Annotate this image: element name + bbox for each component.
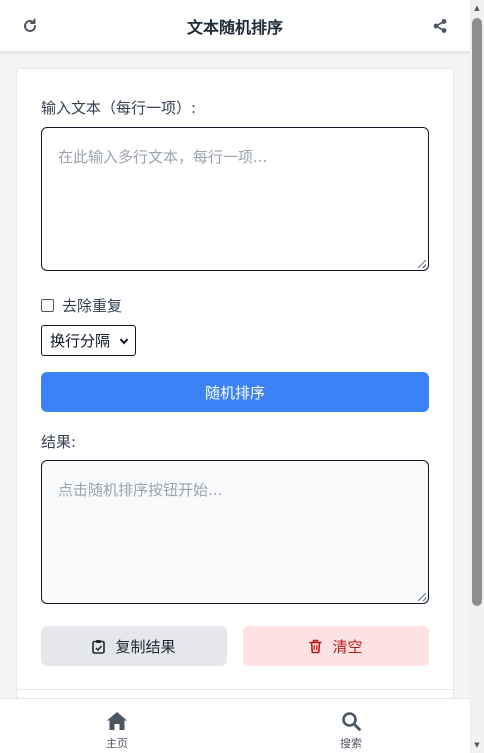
clipboard-icon xyxy=(92,639,106,654)
nav-home-label: 主页 xyxy=(106,737,128,750)
refresh-icon xyxy=(24,18,36,32)
input-placeholder: 在此输入多行文本，每行一项... xyxy=(58,148,268,166)
nav-search[interactable]: 搜索 xyxy=(321,711,381,751)
share-icon xyxy=(433,19,447,33)
scroll-down-arrow[interactable]: ▼ xyxy=(472,740,482,750)
result-resize-handle[interactable] xyxy=(418,593,426,601)
input-textarea[interactable]: 在此输入多行文本，每行一项... xyxy=(41,127,429,271)
app-page: 文本随机排序 输入文本（每行一项）: 在此输入多行文本，每行一项... 去除重复… xyxy=(0,0,484,753)
separator-select[interactable]: 换行分隔 xyxy=(41,325,136,356)
clear-button[interactable]: 清空 xyxy=(243,626,429,666)
scrollbar-thumb[interactable] xyxy=(472,18,482,606)
dedupe-checkbox[interactable] xyxy=(41,299,54,312)
result-textarea[interactable]: 点击随机排序按钮开始... xyxy=(41,460,429,604)
copy-result-button[interactable]: 复制结果 xyxy=(41,626,227,666)
app-header: 文本随机排序 xyxy=(0,0,470,52)
page-title: 文本随机排序 xyxy=(186,17,283,37)
action-buttons: 复制结果 清空 xyxy=(41,626,429,666)
dedupe-option[interactable]: 去除重复 xyxy=(41,295,122,316)
nav-search-label: 搜索 xyxy=(340,737,362,750)
shuffle-button[interactable]: 随机排序 xyxy=(41,372,429,412)
bottom-nav: 主页 搜索 xyxy=(0,698,470,753)
search-icon xyxy=(342,712,361,731)
separator-selected-value: 换行分隔 xyxy=(50,332,111,350)
dedupe-label: 去除重复 xyxy=(62,297,123,315)
home-icon xyxy=(107,712,127,730)
result-placeholder: 点击随机排序按钮开始... xyxy=(58,481,223,499)
result-label: 结果: xyxy=(41,433,77,451)
shuffle-card: 输入文本（每行一项）: 在此输入多行文本，每行一项... 去除重复 换行分隔 随… xyxy=(16,68,454,708)
card-divider xyxy=(17,689,453,690)
scroll-up-arrow[interactable]: ▲ xyxy=(472,3,482,13)
input-label: 输入文本（每行一项）: xyxy=(41,99,197,117)
nav-home[interactable]: 主页 xyxy=(87,711,147,751)
chevron-down-icon xyxy=(119,338,129,345)
share-button[interactable] xyxy=(430,16,450,36)
refresh-button[interactable] xyxy=(20,16,40,36)
clear-label: 清空 xyxy=(332,637,363,656)
input-resize-handle[interactable] xyxy=(418,260,426,268)
copy-result-label: 复制结果 xyxy=(115,637,176,656)
trash-icon xyxy=(309,639,323,654)
